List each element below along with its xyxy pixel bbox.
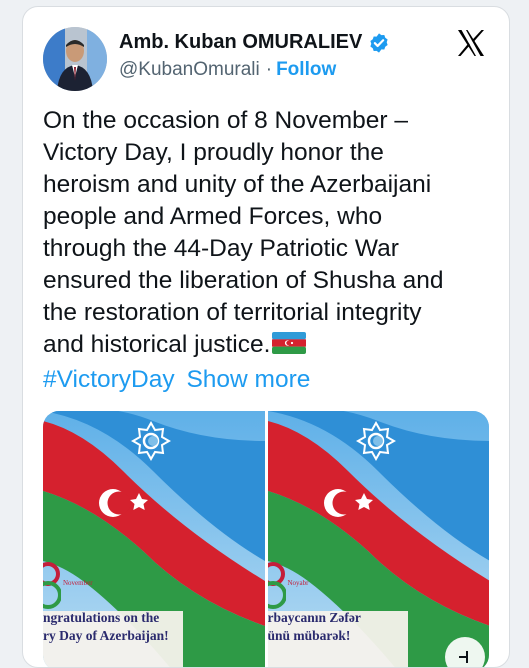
- star-emblem-icon: [131, 421, 171, 461]
- follow-button[interactable]: Follow: [276, 59, 336, 81]
- author-handle[interactable]: @KubanOmurali: [119, 59, 260, 81]
- media-image-1[interactable]: November ngratulations on the ry Day of …: [43, 411, 265, 667]
- media-grid: November ngratulations on the ry Day of …: [43, 411, 489, 667]
- author-name[interactable]: Amb. Kuban OMURALIEV: [119, 31, 362, 54]
- show-more-link[interactable]: Show more: [186, 366, 310, 393]
- star-emblem-icon: [355, 421, 396, 461]
- number-eight-graphic: [267, 562, 286, 609]
- hashtag-link[interactable]: #VictoryDay: [43, 366, 175, 393]
- tweet-body: On the occasion of 8 November – Victory …: [43, 105, 493, 361]
- author-name-row: Amb. Kuban OMURALIEV: [119, 31, 390, 54]
- expand-icon: [459, 651, 468, 663]
- author-avatar[interactable]: [43, 27, 107, 91]
- azerbaijan-flag-emoji: [272, 332, 307, 354]
- expand-media-button[interactable]: [445, 637, 485, 667]
- x-logo-icon[interactable]: [455, 27, 487, 59]
- image-caption: ngratulations on the ry Day of Azerbaija…: [43, 610, 169, 643]
- verified-badge-icon: [370, 32, 388, 53]
- tweet-card: Amb. Kuban OMURALIEV @KubanOmurali · Fol…: [22, 6, 510, 668]
- tweet-tags-row: #VictoryDay Show more: [43, 366, 310, 394]
- month-label: Noyabr: [287, 579, 309, 587]
- number-eight-graphic: [43, 562, 61, 609]
- image-caption: rbaycanın Zəfər ünü mübarək!: [267, 610, 361, 643]
- author-handle-row: @KubanOmurali · Follow: [119, 59, 336, 81]
- separator-dot: ·: [265, 59, 273, 80]
- media-image-2[interactable]: Noyabr rbaycanın Zəfər ünü mübarək!: [267, 411, 489, 667]
- tweet-text: On the occasion of 8 November – Victory …: [43, 107, 444, 358]
- month-label: November: [63, 579, 93, 587]
